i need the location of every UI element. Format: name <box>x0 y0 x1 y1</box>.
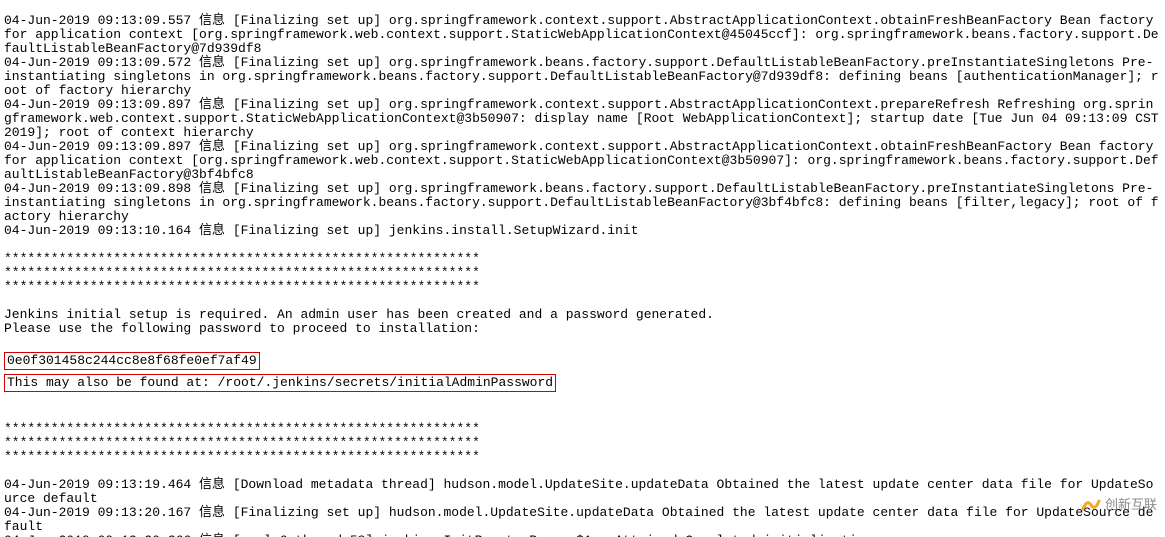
password-file-path: This may also be found at: /root/.jenkin… <box>4 374 556 392</box>
log-output: 04-Jun-2019 09:13:09.557 信息 [Finalizing … <box>0 0 1165 537</box>
initial-admin-password: 0e0f301458c244cc8e8f68fe0ef7af49 <box>4 352 260 370</box>
log-block-after: ****************************************… <box>4 421 1153 537</box>
log-block-before: 04-Jun-2019 09:13:09.557 信息 [Finalizing … <box>4 13 1165 336</box>
